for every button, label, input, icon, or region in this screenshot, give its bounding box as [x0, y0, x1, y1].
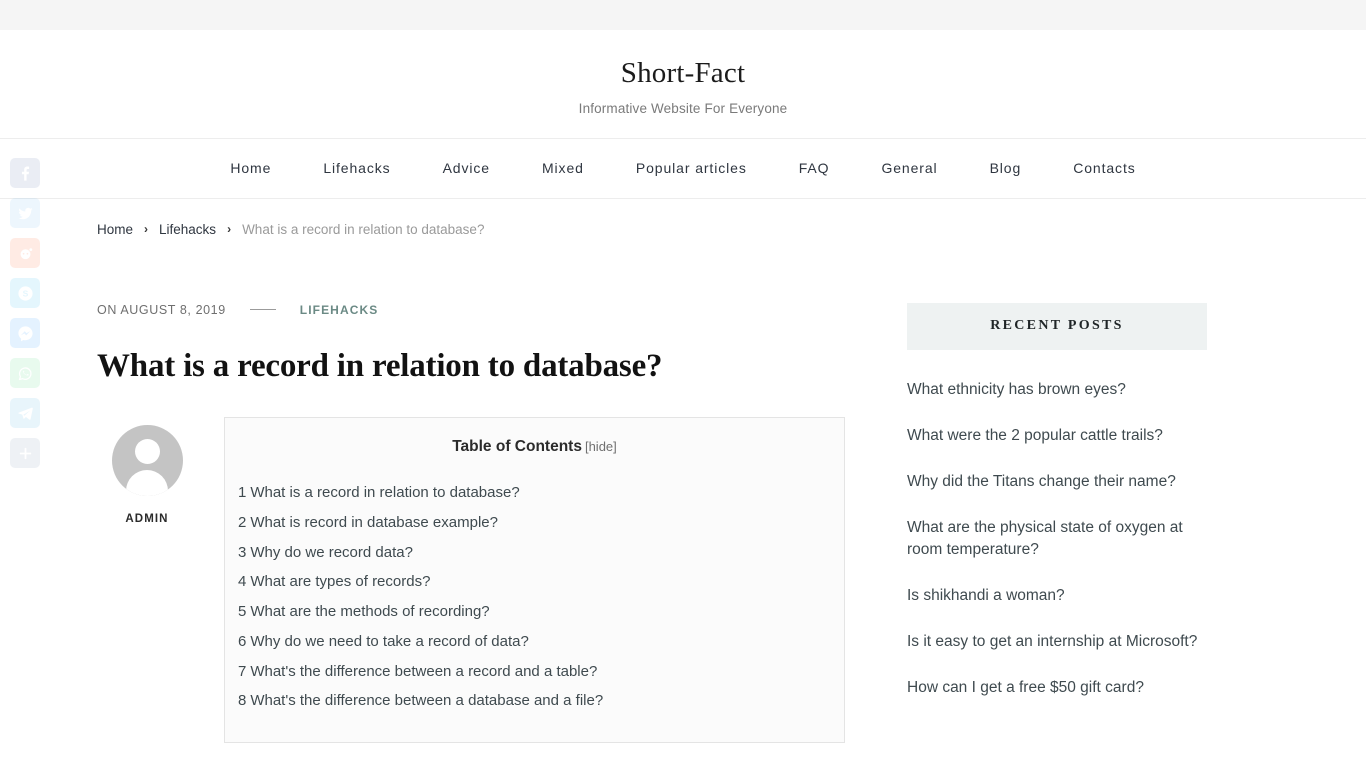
skype-share-button[interactable]: S — [10, 278, 40, 308]
author-name[interactable]: ADMIN — [97, 513, 197, 525]
plus-icon — [17, 445, 34, 462]
toc-list: 1 What is a record in relation to databas… — [225, 478, 844, 716]
toc-item-number: 7 — [238, 662, 247, 680]
nav-item-advice[interactable]: Advice — [417, 160, 516, 176]
messenger-share-button[interactable] — [10, 318, 40, 348]
toc-item[interactable]: 7 What's the difference between a record … — [238, 657, 844, 687]
recent-post-item[interactable]: What were the 2 popular cattle trails? — [907, 425, 1207, 447]
breadcrumb-item-lifehacks[interactable]: Lifehacks — [159, 222, 216, 237]
breadcrumb-wrap: Home › Lifehacks › What is a record in r… — [0, 198, 1366, 237]
breadcrumb-item-home[interactable]: Home — [97, 222, 133, 237]
reddit-share-button[interactable] — [10, 238, 40, 268]
twitter-share-button[interactable] — [10, 198, 40, 228]
user-avatar-icon — [111, 425, 183, 497]
toc-item-label: Why do we need to take a record of data? — [250, 632, 529, 650]
recent-posts-list: What ethnicity has brown eyes? What were… — [907, 379, 1207, 699]
chevron-right-icon: › — [227, 222, 232, 237]
recent-posts-widget-header: Recent Posts — [907, 302, 1207, 350]
reddit-icon — [17, 245, 34, 262]
recent-post-item[interactable]: Is shikhandi a woman? — [907, 585, 1207, 607]
chevron-right-icon: › — [144, 222, 149, 237]
facebook-icon — [17, 165, 34, 182]
nav-item-faq[interactable]: FAQ — [773, 160, 856, 176]
page-layout: ON AUGUST 8, 2019 LIFEHACKS What is a re… — [0, 302, 1366, 744]
skype-icon: S — [17, 285, 34, 302]
main-navigation: Home Lifehacks Advice Mixed Popular arti… — [0, 137, 1366, 199]
toc-item-label: What are the methods of recording? — [250, 603, 490, 621]
recent-post-item[interactable]: What ethnicity has brown eyes? — [907, 379, 1207, 401]
nav-item-mixed[interactable]: Mixed — [516, 160, 610, 176]
toc-item[interactable]: 6 Why do we need to take a record of data… — [238, 627, 844, 657]
nav-list: Home Lifehacks Advice Mixed Popular arti… — [204, 160, 1161, 176]
nav-item-general[interactable]: General — [855, 160, 963, 176]
nav-item-popular-articles[interactable]: Popular articles — [610, 160, 773, 176]
toc-item[interactable]: 4 What are types of records? — [238, 567, 844, 597]
post-title: What is a record in relation to database… — [97, 347, 663, 384]
post-meta: ON AUGUST 8, 2019 LIFEHACKS — [97, 303, 845, 317]
nav-item-lifehacks[interactable]: Lifehacks — [297, 160, 416, 176]
breadcrumb: Home › Lifehacks › What is a record in r… — [0, 222, 1366, 237]
toc-item-number: 4 — [238, 573, 247, 591]
nav-item-home[interactable]: Home — [204, 160, 297, 176]
sidebar: Recent Posts What ethnicity has brown ey… — [907, 302, 1207, 743]
whatsapp-share-button[interactable] — [10, 358, 40, 388]
toc-item-label: What is record in database example? — [250, 513, 498, 531]
toc-item[interactable]: 2 What is record in database example? — [238, 508, 844, 538]
author-box: ADMIN — [97, 417, 197, 743]
toc-item-label: What is a record in relation to database… — [250, 484, 520, 502]
twitter-icon — [17, 205, 34, 222]
telegram-share-button[interactable] — [10, 398, 40, 428]
table-of-contents: Table of Contents [hide] 1 What is a recor… — [224, 417, 845, 744]
toc-item-label: Why do we record data? — [250, 543, 413, 561]
svg-text:S: S — [22, 288, 28, 298]
toc-header: Table of Contents [hide] — [225, 438, 844, 478]
more-share-button[interactable] — [10, 438, 40, 468]
toc-item-label: What are types of records? — [250, 573, 431, 591]
post-date: ON AUGUST 8, 2019 — [97, 302, 226, 317]
main-content: ON AUGUST 8, 2019 LIFEHACKS What is a re… — [97, 303, 907, 744]
telegram-icon — [17, 405, 34, 422]
social-share-rail: S — [10, 158, 40, 478]
toc-title: Table of Contents — [452, 438, 582, 456]
facebook-share-button[interactable] — [10, 158, 40, 188]
site-title[interactable]: Short-Fact — [0, 56, 1366, 91]
toc-item-number: 5 — [238, 603, 247, 621]
toc-item[interactable]: 1 What is a record in relation to databas… — [238, 478, 844, 508]
site-header: Short-Fact Informative Website For Every… — [0, 30, 1366, 138]
post-body: ADMIN Table of Contents [hide] 1 What is a… — [97, 417, 845, 744]
toc-item-number: 2 — [238, 513, 247, 531]
toc-toggle-button[interactable]: [hide] — [585, 439, 617, 454]
recent-posts-title: Recent Posts — [990, 318, 1124, 334]
breadcrumb-item-current: What is a record in relation to database… — [242, 221, 485, 237]
toc-item-number: 6 — [238, 632, 247, 650]
recent-post-item[interactable]: How can I get a free $50 gift card? — [907, 677, 1207, 699]
toc-item-number: 3 — [238, 543, 247, 561]
toc-item-label: What's the difference between a database… — [250, 692, 604, 710]
whatsapp-icon — [17, 365, 34, 382]
nav-item-contacts[interactable]: Contacts — [1047, 160, 1161, 176]
nav-item-blog[interactable]: Blog — [964, 160, 1048, 176]
recent-post-item[interactable]: Why did the Titans change their name? — [907, 471, 1207, 493]
toc-item[interactable]: 8 What's the difference between a databas… — [238, 686, 844, 716]
toc-item-number: 8 — [238, 692, 247, 710]
toc-item[interactable]: 5 What are the methods of recording? — [238, 597, 844, 627]
messenger-icon — [17, 325, 34, 342]
meta-divider — [249, 309, 276, 311]
top-bar — [0, 0, 1366, 30]
site-tagline: Informative Website For Everyone — [578, 100, 788, 116]
recent-post-item[interactable]: What are the physical state of oxygen at… — [907, 517, 1207, 561]
recent-post-item[interactable]: Is it easy to get an internship at Micro… — [907, 631, 1207, 653]
post-category-link[interactable]: LIFEHACKS — [300, 303, 379, 317]
toc-item-label: What's the difference between a record a… — [250, 662, 598, 680]
toc-item[interactable]: 3 Why do we record data? — [238, 538, 844, 568]
toc-item-number: 1 — [238, 484, 247, 502]
